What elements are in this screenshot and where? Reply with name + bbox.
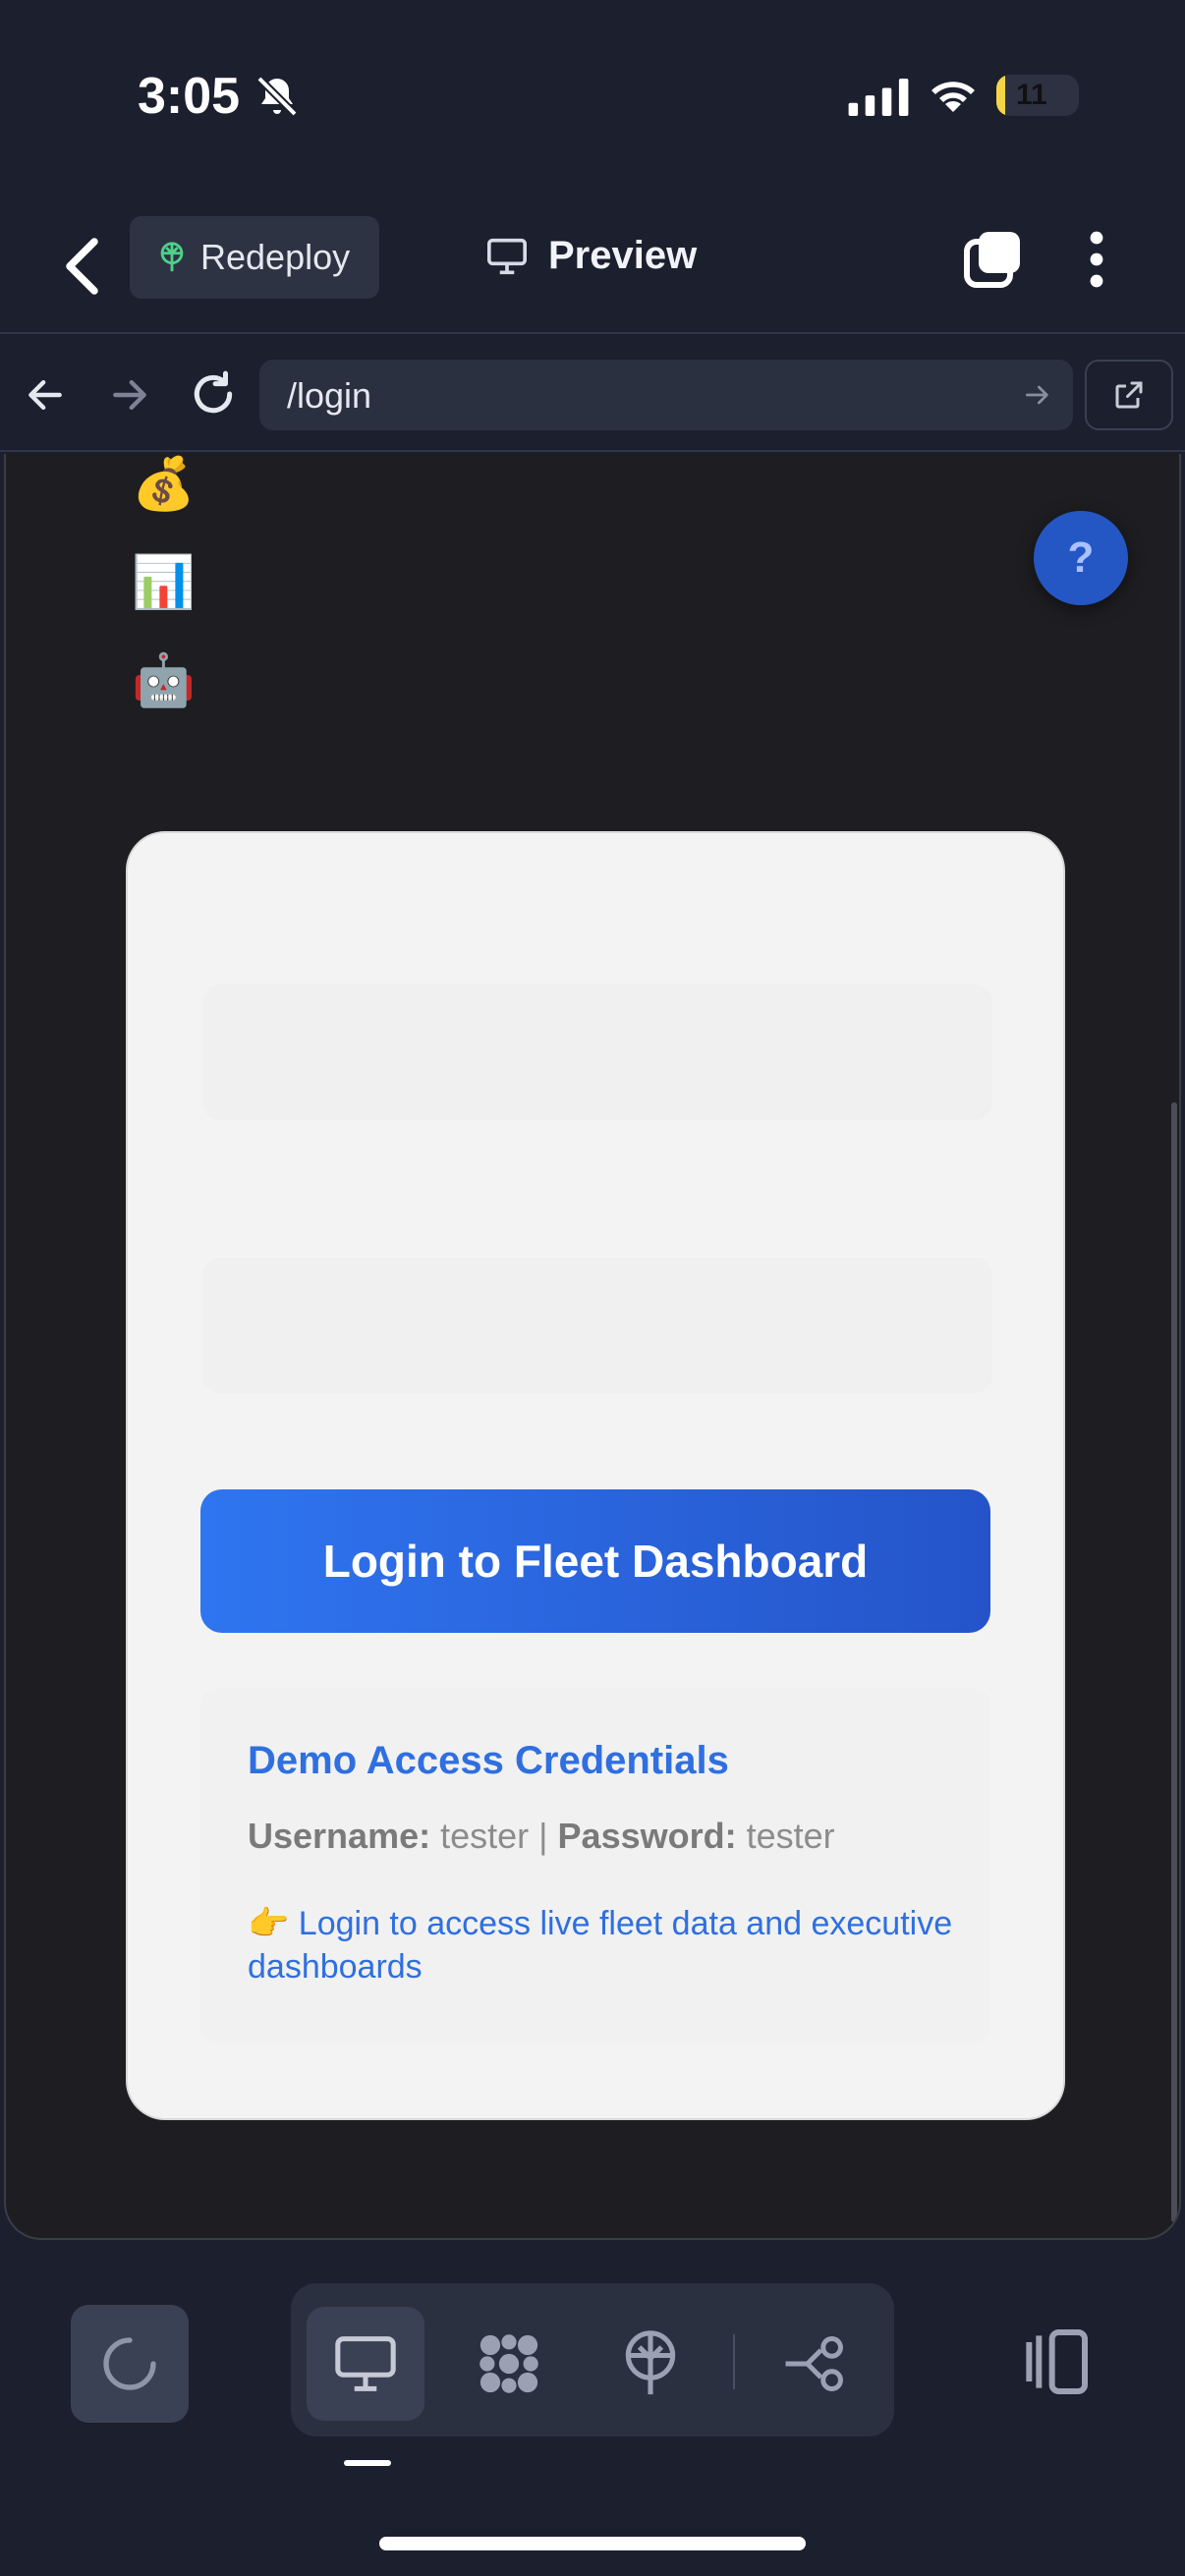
web-preview-viewport: 💰 📊 🤖 ? Login to Fleet Dashboard Demo Ac… xyxy=(4,454,1181,2240)
robot-emoji: 🤖 xyxy=(132,651,196,710)
scrollbar[interactable] xyxy=(1171,1102,1177,2222)
password-key: Password: xyxy=(557,1816,737,1856)
side-panel-icon[interactable] xyxy=(1016,2323,1095,2401)
tab-preview[interactable] xyxy=(307,2307,424,2421)
username-key: Username: xyxy=(248,1816,431,1856)
app-header: Redeploy Preview xyxy=(0,206,1185,334)
battery-fill xyxy=(996,75,1006,116)
login-button[interactable]: Login to Fleet Dashboard xyxy=(200,1489,990,1633)
username-input[interactable] xyxy=(202,984,992,1120)
segment-divider xyxy=(733,2334,735,2389)
credentials-separator: | xyxy=(538,1816,548,1856)
password-input[interactable] xyxy=(202,1258,992,1393)
password-label-faded xyxy=(204,1181,421,1220)
external-link-icon xyxy=(1115,381,1143,409)
active-tab-indicator xyxy=(344,2460,391,2466)
open-external-button[interactable] xyxy=(1085,360,1173,430)
redeploy-button[interactable]: Redeploy xyxy=(130,216,379,299)
pointing-hand-emoji: 👉 xyxy=(248,1904,290,1943)
arrow-right-icon[interactable] xyxy=(108,373,151,417)
status-bar: 3:05 11 xyxy=(0,0,1185,196)
preview-title: Preview xyxy=(485,234,697,278)
bar-chart-emoji: 📊 xyxy=(132,553,196,612)
tab-connections[interactable] xyxy=(757,2307,875,2421)
deploy-icon xyxy=(625,2330,676,2395)
monitor-icon xyxy=(487,238,527,274)
battery-percent: 11 xyxy=(1016,79,1047,111)
bell-muted-icon xyxy=(256,76,298,117)
battery-indicator: 11 xyxy=(996,75,1079,116)
back-chevron-icon[interactable] xyxy=(55,232,114,301)
username-value: tester xyxy=(440,1816,530,1856)
tab-workspace[interactable] xyxy=(450,2307,568,2421)
reload-icon[interactable] xyxy=(189,369,238,419)
redeploy-label: Redeploy xyxy=(200,237,351,277)
monitor-icon xyxy=(335,2336,396,2391)
preview-label: Preview xyxy=(548,234,698,277)
url-input[interactable]: /login xyxy=(259,360,1073,430)
help-button[interactable]: ? xyxy=(1034,511,1128,605)
redeploy-icon xyxy=(160,242,184,272)
demo-credentials: Username: tester | Password: tester xyxy=(248,1816,835,1857)
go-arrow-icon[interactable] xyxy=(1022,379,1053,411)
branch-nodes-icon xyxy=(785,2336,843,2391)
demo-note: 👉 Login to access live fleet data and ex… xyxy=(248,1902,955,1988)
wifi-icon xyxy=(931,82,975,112)
demo-note-text: Login to access live fleet data and exec… xyxy=(248,1905,953,1986)
more-vertical-icon[interactable] xyxy=(1081,228,1112,291)
demo-credentials-box: Demo Access Credentials Username: tester… xyxy=(200,1688,990,2044)
spinner-icon xyxy=(103,2337,156,2390)
money-bag-emoji: 💰 xyxy=(132,455,196,514)
cellular-signal-icon xyxy=(848,79,909,116)
demo-title: Demo Access Credentials xyxy=(248,1739,729,1782)
bottom-toolbar xyxy=(0,2244,1185,2576)
status-time: 3:05 xyxy=(138,68,241,125)
grid-blob-icon xyxy=(480,2334,538,2393)
view-switcher xyxy=(291,2283,894,2436)
tab-deploy[interactable] xyxy=(592,2307,709,2421)
browser-url-bar: /login xyxy=(0,336,1185,452)
password-value: tester xyxy=(746,1816,835,1856)
tabs-icon[interactable] xyxy=(961,228,1024,291)
loading-button[interactable] xyxy=(71,2305,189,2423)
url-text: /login xyxy=(287,375,372,416)
arrow-left-icon[interactable] xyxy=(24,373,67,417)
home-indicator[interactable] xyxy=(379,2537,806,2550)
login-card: Login to Fleet Dashboard Demo Access Cre… xyxy=(126,831,1065,2120)
username-label-faded xyxy=(204,906,421,945)
